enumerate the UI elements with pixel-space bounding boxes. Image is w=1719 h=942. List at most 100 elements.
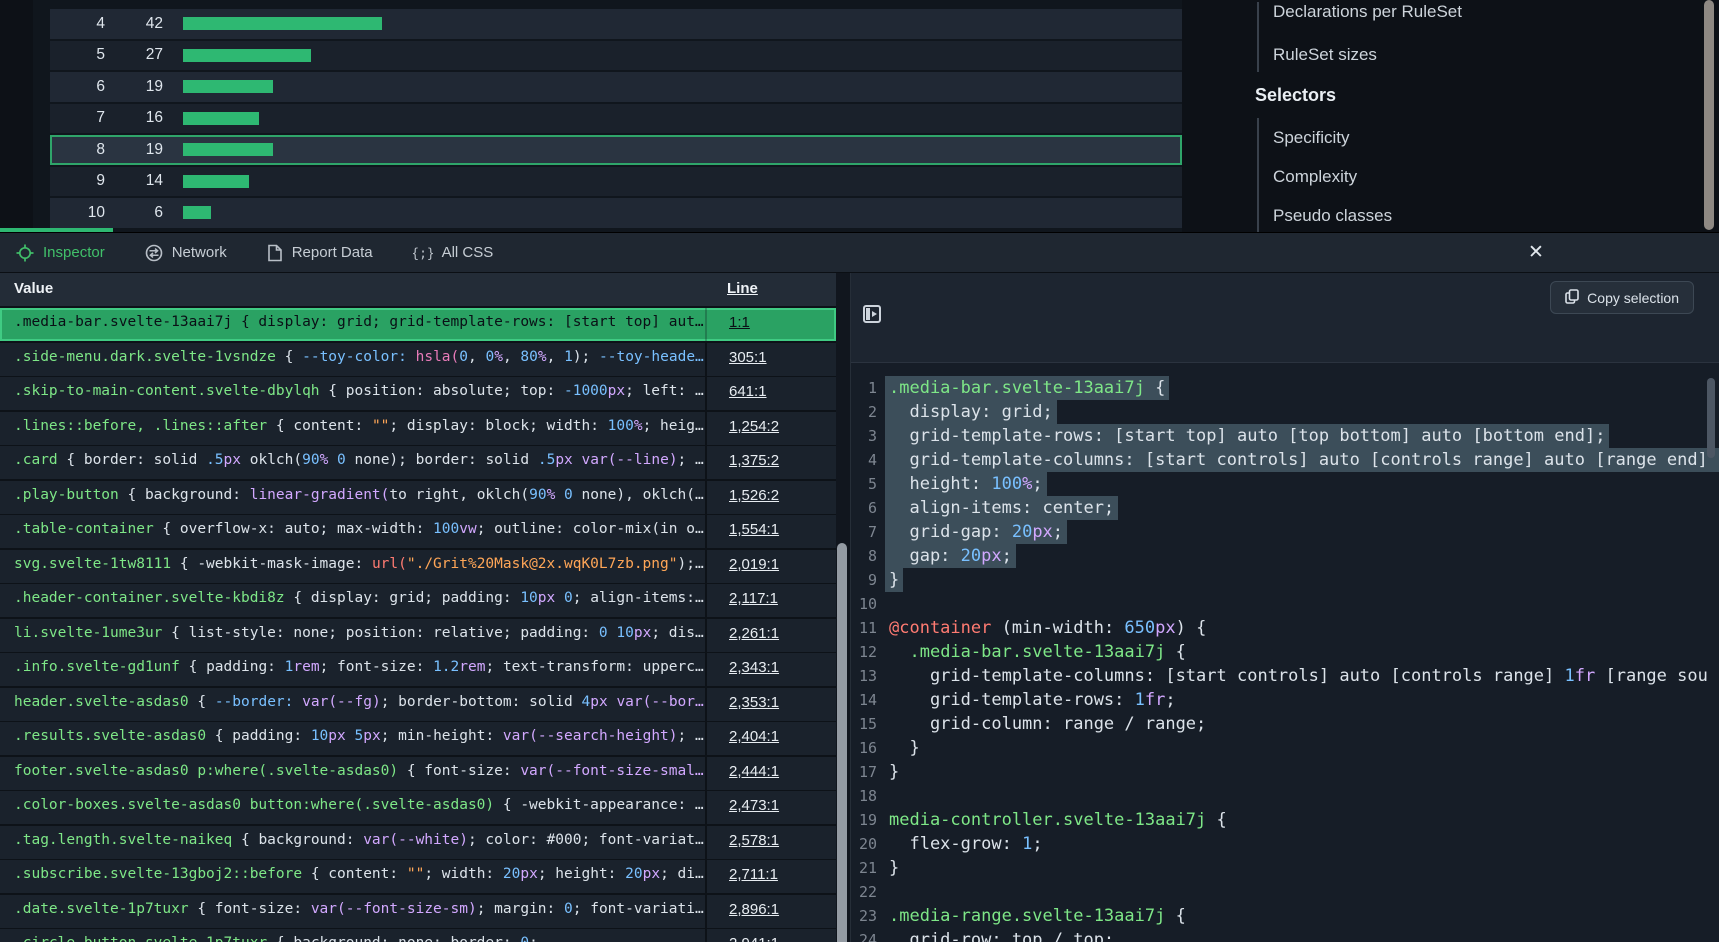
token [573, 452, 582, 468]
line-number: 22 [851, 880, 877, 904]
token: .color-boxes.svelte-asdas0 button:where(… [14, 797, 494, 813]
line-link[interactable]: 2,019:1 [729, 556, 779, 573]
token: "./Grit%20Mask@2x.wqK0L7zb.png" [407, 556, 678, 572]
token: { -webkit-appearance: … [494, 797, 704, 813]
code-line-2: 2 display: grid; [851, 400, 1719, 424]
tab-inspector[interactable]: Inspector [16, 244, 105, 262]
line-cell: 2,941:1 [705, 929, 836, 942]
table-row[interactable]: header.svelte-asdas0 { --border: var(--f… [0, 688, 836, 721]
token: % [1022, 474, 1032, 494]
token: } [889, 858, 899, 878]
sidebar-item-complexity[interactable]: Complexity [1273, 167, 1357, 187]
line-number: 3 [851, 424, 877, 448]
line-link[interactable]: 2,444:1 [729, 763, 779, 780]
line-link[interactable]: 641:1 [729, 383, 767, 400]
table-row[interactable]: li.svelte-1ume3ur { list-style: none; po… [0, 619, 836, 652]
count-bar [183, 80, 273, 93]
network-icon [145, 244, 163, 262]
token: ; left: … [625, 383, 704, 399]
table-row[interactable]: .color-boxes.svelte-asdas0 button:where(… [0, 791, 836, 824]
table-row[interactable]: .lines::before, .lines::after { content:… [0, 412, 836, 445]
chart-row-7[interactable]: 716 [50, 104, 1182, 134]
token: ; [1053, 522, 1063, 542]
line-link[interactable]: 1,554:1 [729, 521, 779, 538]
ruleset-size-label: 9 [50, 172, 105, 190]
tab-report-data[interactable]: Report Data [267, 244, 373, 262]
token: .results.svelte-asdas0 [14, 728, 206, 744]
chart-row-10[interactable]: 106 [50, 198, 1182, 228]
chart-row-6[interactable]: 619 [50, 72, 1182, 102]
token [555, 590, 564, 606]
sidebar-item-ruleset-sizes[interactable]: RuleSet sizes [1273, 45, 1377, 65]
token: % [634, 418, 643, 434]
token: .media-range.svelte-13aai7j [889, 906, 1165, 926]
sidebar-scrollbar[interactable] [1704, 0, 1714, 230]
sidebar-item-declarations-per-ruleset[interactable]: Declarations per RuleSet [1273, 2, 1462, 22]
line-link[interactable]: 305:1 [729, 349, 767, 366]
line-number: 20 [851, 832, 877, 856]
token: 0 [459, 349, 468, 365]
toggle-sidebar-icon[interactable] [863, 305, 881, 323]
line-link[interactable]: 2,261:1 [729, 625, 779, 642]
token: flex-grow: [889, 834, 1022, 854]
line-link[interactable]: 1,526:2 [729, 487, 779, 504]
table-row[interactable]: .side-menu.dark.svelte-1vsndze { --toy-c… [0, 343, 836, 376]
rule-value: .side-menu.dark.svelte-1vsndze { --toy-c… [0, 343, 705, 376]
line-link[interactable]: 2,941:1 [729, 935, 779, 942]
copy-selection-button[interactable]: Copy selection [1550, 281, 1694, 314]
line-link[interactable]: 2,473:1 [729, 797, 779, 814]
line-link[interactable]: 2,578:1 [729, 832, 779, 849]
tab-all-css[interactable]: {;}All CSS [413, 244, 494, 262]
chart-row-8[interactable]: 819 [50, 135, 1182, 165]
token: var(--search-height) [503, 728, 678, 744]
token: { position: absolute; top: [320, 383, 564, 399]
line-link[interactable]: 1,375:2 [729, 452, 779, 469]
code-scrollbar[interactable] [1707, 378, 1715, 458]
table-row[interactable]: .header-container.svelte-kbdi8z { displa… [0, 584, 836, 617]
line-link[interactable]: 2,711:1 [729, 866, 778, 883]
table-row[interactable]: .media-bar.svelte-13aai7j { display: gri… [0, 308, 836, 341]
nav-group-divider [1257, 118, 1259, 232]
table-row[interactable]: footer.svelte-asdas0 p:where(.svelte-asd… [0, 757, 836, 790]
code-line-5: 5 height: 100%; [851, 472, 1719, 496]
token: % [547, 487, 556, 503]
table-scrollbar[interactable] [837, 543, 847, 942]
table-row[interactable]: .tag.length.svelte-naikeq { background: … [0, 826, 836, 859]
code-text: @container (min-width: 650px) { [889, 616, 1206, 640]
line-link[interactable]: 2,117:1 [729, 590, 778, 607]
line-link[interactable]: 2,353:1 [729, 694, 779, 711]
line-link[interactable]: 1,254:2 [729, 418, 779, 435]
token: ; … [529, 935, 555, 942]
table-row[interactable]: .subscribe.svelte-13gboj2::before { cont… [0, 860, 836, 893]
line-link[interactable]: 2,896:1 [729, 901, 779, 918]
close-icon[interactable]: ✕ [1524, 241, 1548, 265]
table-row[interactable]: svg.svelte-1tw8111 { -webkit-mask-image:… [0, 550, 836, 583]
tab-network[interactable]: Network [145, 244, 227, 262]
table-row[interactable]: .info.svelte-gd1unf { padding: 1rem; fon… [0, 653, 836, 686]
table-row[interactable]: .circle-button.svelte-1p7tuxr { backgrou… [0, 929, 836, 942]
code-area[interactable]: 1.media-bar.svelte-13aai7j {2 display: g… [851, 363, 1719, 942]
sidebar-item-specificity[interactable]: Specificity [1273, 128, 1350, 148]
column-header-line[interactable]: Line [727, 280, 758, 297]
table-row[interactable]: .results.svelte-asdas0 { padding: 10px 5… [0, 722, 836, 755]
sidebar-section-selectors: Selectors [1255, 85, 1336, 106]
table-row[interactable]: .skip-to-main-content.svelte-dbylqh { po… [0, 377, 836, 410]
table-row[interactable]: .table-container { overflow-x: auto; max… [0, 515, 836, 548]
chart-row-9[interactable]: 914 [50, 167, 1182, 197]
ruleset-count: 6 [105, 204, 163, 222]
tab-label: All CSS [442, 244, 494, 261]
token: { padding: [206, 728, 311, 744]
chart-row-4[interactable]: 442 [50, 9, 1182, 39]
table-row[interactable]: .play-button { background: linear-gradie… [0, 481, 836, 514]
table-row[interactable]: .date.svelte-1p7tuxr { font-size: var(--… [0, 895, 836, 928]
sidebar-item-pseudo-classes[interactable]: Pseudo classes [1273, 206, 1392, 226]
token: .header-container.svelte-kbdi8z [14, 590, 285, 606]
line-link[interactable]: 1:1 [729, 314, 750, 331]
token: ; [1002, 546, 1012, 566]
line-link[interactable]: 2,343:1 [729, 659, 779, 676]
token: { background: [232, 832, 363, 848]
chart-row-5[interactable]: 527 [50, 41, 1182, 71]
line-link[interactable]: 2,404:1 [729, 728, 779, 745]
table-row[interactable]: .card { border: solid .5px oklch(90% 0 n… [0, 446, 836, 479]
token: 4 [582, 694, 591, 710]
